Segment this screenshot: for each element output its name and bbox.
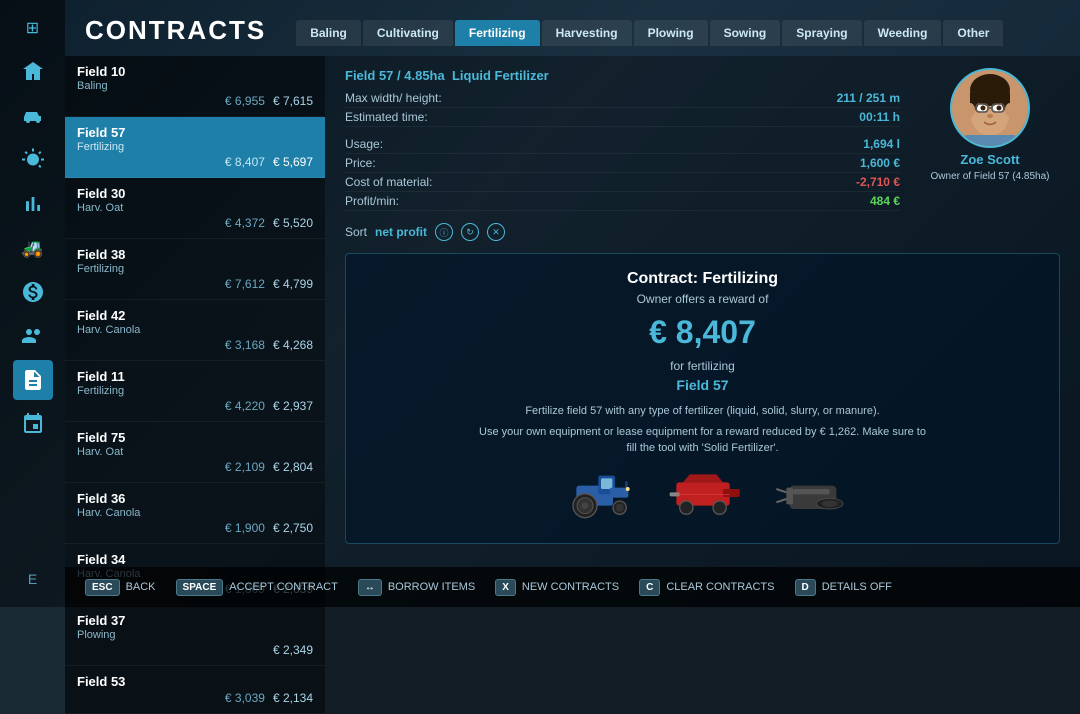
owner-name: Zoe Scott — [960, 152, 1019, 167]
detail-row-esttime: Estimated time: 00:11 h — [345, 108, 900, 127]
summary-field-name: Field 57 — [676, 377, 728, 393]
owner-role: Owner of Field 57 (4.85ha) — [931, 171, 1050, 182]
contract-summary: Contract: Fertilizing Owner offers a rew… — [345, 253, 1060, 544]
attachment-svg — [773, 469, 853, 519]
tab-bar: Baling Cultivating Fertilizing Harvestin… — [296, 20, 1003, 46]
detail-row-cost: Cost of material: -2,710 € — [345, 173, 900, 192]
tractor-svg — [553, 469, 633, 519]
sidebar: ⊞ 🚜 E — [0, 0, 65, 607]
summary-for-label: for fertilizing — [670, 359, 735, 373]
sidebar-icon-map[interactable]: ⊞ — [13, 8, 53, 48]
spreader-svg — [663, 469, 743, 519]
tab-harvesting[interactable]: Harvesting — [542, 20, 632, 46]
contract-item-field10[interactable]: Field 10 Baling € 6,955 € 7,615 — [65, 56, 325, 117]
contract-item-field11[interactable]: Field 11 Fertilizing € 4,220 € 2,937 — [65, 361, 325, 422]
detail-panel: Field 57 / 4.85ha Liquid Fertilizer Max … — [325, 56, 1080, 714]
label-accept: ACCEPT CONTRACT — [229, 581, 338, 593]
contract-list: Field 10 Baling € 6,955 € 7,615 Field 57… — [65, 56, 325, 714]
contract-item-field57[interactable]: Field 57 Fertilizing € 8,407 € 5,697 — [65, 117, 325, 178]
detail-info: Field 57 / 4.85ha Liquid Fertilizer Max … — [345, 68, 900, 245]
owner-card: Zoe Scott Owner of Field 57 (4.85ha) — [920, 68, 1060, 245]
tab-spraying[interactable]: Spraying — [782, 20, 861, 46]
key-c: C — [639, 579, 660, 596]
sidebar-icon-tractor[interactable]: 🚜 — [13, 228, 53, 268]
contract-item-field75[interactable]: Field 75 Harv. Oat € 2,109 € 2,804 — [65, 422, 325, 483]
content-area: Field 10 Baling € 6,955 € 7,615 Field 57… — [65, 56, 1080, 714]
tab-cultivating[interactable]: Cultivating — [363, 20, 453, 46]
tab-other[interactable]: Other — [943, 20, 1003, 46]
sidebar-icon-weather[interactable] — [13, 140, 53, 180]
summary-desc1: Fertilize field 57 with any type of fert… — [525, 403, 879, 420]
sidebar-icon-network[interactable] — [13, 404, 53, 444]
hotkey-borrow: ↔ BORROW ITEMS — [358, 579, 475, 596]
contract-item-field42[interactable]: Field 42 Harv. Canola € 3,168 € 4,268 — [65, 300, 325, 361]
sort-info-icon[interactable]: ⓘ — [435, 223, 453, 241]
tab-weeding[interactable]: Weeding — [864, 20, 942, 46]
hotkey-new: X NEW CONTRACTS — [495, 579, 619, 596]
header: CONTRACTS Baling Cultivating Fertilizing… — [65, 0, 1080, 56]
tab-fertilizing[interactable]: Fertilizing — [455, 20, 540, 46]
sidebar-icon-vehicle[interactable] — [13, 96, 53, 136]
contract-item-field30[interactable]: Field 30 Harv. Oat € 4,372 € 5,520 — [65, 178, 325, 239]
key-esc: ESC — [85, 579, 120, 596]
sort-toggle-icon[interactable]: ↻ — [461, 223, 479, 241]
sidebar-icon-settings[interactable]: E — [13, 559, 53, 599]
contract-item-field37[interactable]: Field 37 Plowing € 2,349 — [65, 605, 325, 666]
detail-row-profit: Profit/min: 484 € — [345, 192, 900, 211]
contract-item-field38[interactable]: Field 38 Fertilizing € 7,612 € 4,799 — [65, 239, 325, 300]
detail-top: Field 57 / 4.85ha Liquid Fertilizer Max … — [345, 68, 1060, 245]
sidebar-icon-worker[interactable] — [13, 316, 53, 356]
key-x: X — [495, 579, 516, 596]
summary-title: Contract: Fertilizing — [627, 270, 778, 288]
owner-avatar — [950, 68, 1030, 148]
hotkey-accept: SPACE ACCEPT CONTRACT — [176, 579, 338, 596]
tab-baling[interactable]: Baling — [296, 20, 361, 46]
sort-close-icon[interactable]: ✕ — [487, 223, 505, 241]
sidebar-icon-contracts[interactable] — [13, 360, 53, 400]
detail-field-title: Field 57 / 4.85ha Liquid Fertilizer — [345, 68, 900, 83]
summary-desc2: Use your own equipment or lease equipmen… — [473, 424, 933, 457]
sidebar-icon-stats[interactable] — [13, 184, 53, 224]
contract-item-field36[interactable]: Field 36 Harv. Canola € 1,900 € 2,750 — [65, 483, 325, 544]
sidebar-icon-money[interactable] — [13, 272, 53, 312]
detail-row-price: Price: 1,600 € — [345, 154, 900, 173]
label-details: DETAILS OFF — [822, 581, 892, 593]
label-new: NEW CONTRACTS — [522, 581, 619, 593]
label-back: BACK — [126, 581, 156, 593]
tab-sowing[interactable]: Sowing — [710, 20, 781, 46]
equipment-row — [553, 461, 853, 527]
sidebar-icon-farm[interactable] — [13, 52, 53, 92]
detail-row-usage: Usage: 1,694 l — [345, 135, 900, 154]
detail-row-maxwidth: Max width/ height: 211 / 251 m — [345, 89, 900, 108]
key-space: SPACE — [176, 579, 224, 596]
hotkey-back: ESC BACK — [85, 579, 156, 596]
sort-row: Sort net profit ⓘ ↻ ✕ — [345, 219, 900, 245]
bottom-bar: ESC BACK SPACE ACCEPT CONTRACT ↔ BORROW … — [65, 567, 1080, 607]
main-content: CONTRACTS Baling Cultivating Fertilizing… — [65, 0, 1080, 567]
summary-reward: € 8,407 — [649, 314, 756, 351]
contract-item-field53[interactable]: Field 53 € 3,039 € 2,134 — [65, 666, 325, 714]
equipment-attachment — [773, 469, 853, 519]
page-title: CONTRACTS — [85, 15, 266, 46]
tab-plowing[interactable]: Plowing — [634, 20, 708, 46]
summary-subtitle: Owner offers a reward of — [637, 292, 769, 306]
key-d: D — [795, 579, 816, 596]
key-borrow: ↔ — [358, 579, 382, 596]
hotkey-clear: C CLEAR CONTRACTS — [639, 579, 774, 596]
equipment-tractor — [553, 469, 633, 519]
label-clear: CLEAR CONTRACTS — [666, 581, 774, 593]
equipment-spreader — [663, 469, 743, 519]
label-borrow: BORROW ITEMS — [388, 581, 475, 593]
hotkey-details: D DETAILS OFF — [795, 579, 892, 596]
